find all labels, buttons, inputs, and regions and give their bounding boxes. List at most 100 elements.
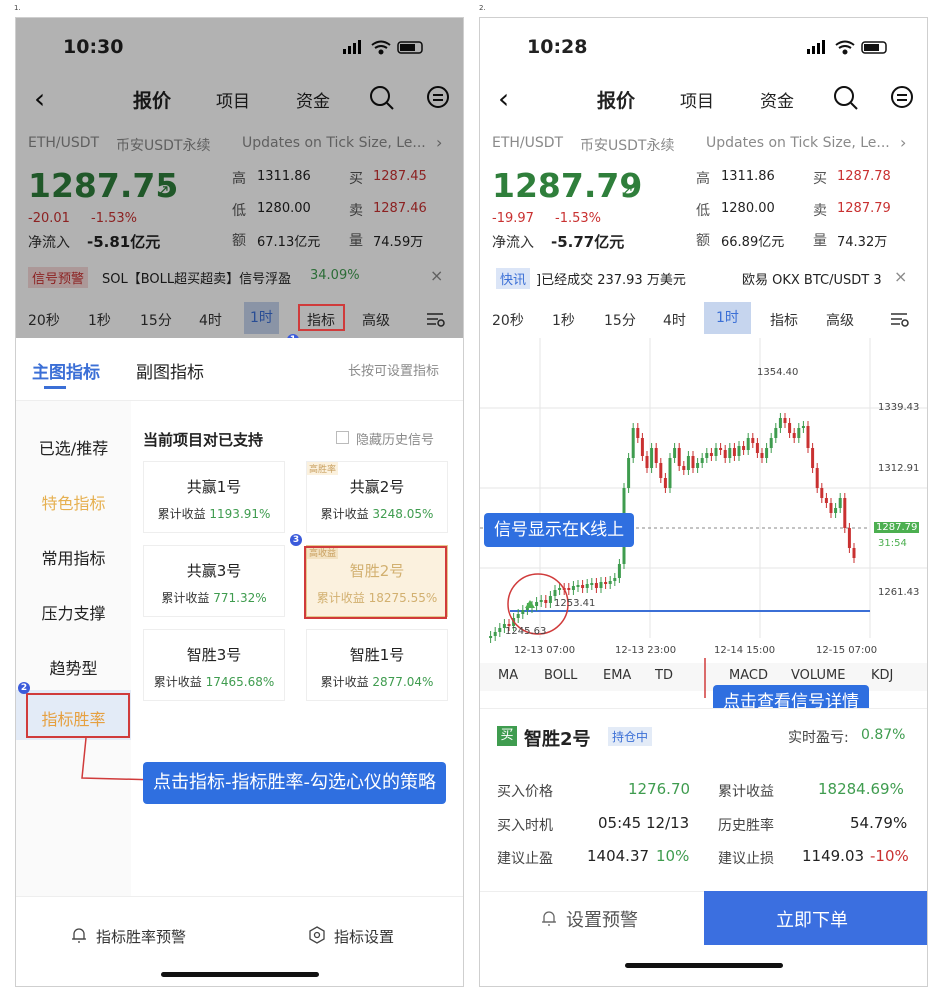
x-tick-3: 12-14 15:00 — [714, 645, 776, 656]
cumulative-return-value: 18284.69% — [818, 780, 904, 798]
search-icon[interactable] — [369, 85, 395, 111]
wifi-icon — [835, 40, 855, 55]
high-winrate-tag: 高胜率 — [307, 462, 339, 475]
highlight-zhisheng-2 — [304, 546, 447, 619]
candle-body — [696, 463, 700, 468]
back-button[interactable]: ‹ — [498, 82, 509, 115]
candle-body — [778, 418, 782, 428]
candle-body — [709, 453, 713, 456]
kline-chart[interactable] — [480, 338, 927, 678]
ind-td[interactable]: TD — [655, 668, 673, 683]
section-title: 当前项目对已支持 — [143, 431, 264, 449]
menu-common[interactable]: 常用指标 — [16, 545, 131, 569]
low-label: 低 — [696, 203, 710, 219]
search-icon[interactable] — [833, 85, 859, 111]
signal-icon — [343, 40, 361, 54]
candle-body — [668, 458, 672, 488]
ind-ema[interactable]: EMA — [603, 668, 631, 683]
news-flash-text[interactable]: ]已经成交 237.93 万美元 — [536, 269, 686, 288]
tf-advanced[interactable]: 高级 — [362, 310, 390, 330]
signal-detail-card[interactable]: 买 智胜2号 持仓中 实时盈亏: 0.87% 买入价格 1276.70 累计收益… — [480, 708, 927, 986]
news-flash-tag: 快讯 — [496, 268, 531, 289]
win-rate-alert-button[interactable]: 指标胜率预警 — [96, 926, 186, 947]
long-press-hint: 长按可设置指标 — [348, 364, 440, 379]
tf-15m[interactable]: 15分 — [604, 310, 636, 330]
menu-selected-recommended[interactable]: 已选/推荐 — [16, 435, 131, 459]
ind-ma[interactable]: MA — [498, 668, 518, 683]
strategy-card-zhisheng-3[interactable]: 智胜3号 累计收益 17465.68% — [143, 629, 285, 701]
menu-trend[interactable]: 趋势型 — [16, 655, 131, 679]
tf-1h[interactable]: 1时 — [244, 302, 279, 334]
tf-20s[interactable]: 20秒 — [28, 310, 60, 330]
tf-4h[interactable]: 4时 — [199, 310, 222, 330]
close-icon[interactable]: × — [430, 266, 443, 285]
tab-sub-indicator[interactable]: 副图指标 — [136, 358, 204, 383]
chart-settings-icon[interactable] — [890, 311, 910, 327]
strategy-card-gongying-3[interactable]: 共赢3号 累计收益 771.32% — [143, 545, 285, 617]
chat-menu-icon[interactable] — [890, 85, 916, 111]
nav-tab-project[interactable]: 项目 — [680, 87, 714, 112]
back-button[interactable]: ‹ — [34, 82, 45, 115]
x-tick-4: 12-15 07:00 — [816, 645, 878, 656]
category-menu — [16, 401, 131, 896]
news-ticker[interactable]: Updates on Tick Size, Le... — [242, 135, 426, 151]
tf-4h[interactable]: 4时 — [663, 310, 686, 330]
menu-featured[interactable]: 特色指标 — [16, 490, 131, 514]
hide-history-label[interactable]: 隐藏历史信号 — [356, 429, 434, 448]
strategy-card-gongying-2[interactable]: 高胜率 共赢2号 累计收益 3248.05% — [306, 461, 448, 533]
battery-icon — [397, 41, 423, 54]
chat-menu-icon[interactable] — [426, 85, 452, 111]
nav-tab-quote[interactable]: 报价 — [133, 86, 171, 113]
candle-body — [797, 428, 801, 438]
chevron-right-icon[interactable]: › — [436, 133, 442, 152]
amount-value: 67.13亿元 — [257, 235, 321, 250]
news-ticker[interactable]: Updates on Tick Size, Le... — [706, 135, 890, 151]
last-price: 1287.75 — [28, 166, 179, 205]
tf-15m[interactable]: 15分 — [140, 310, 172, 330]
close-icon[interactable]: × — [894, 267, 907, 286]
high-value: 1311.86 — [721, 169, 775, 184]
candle-body — [852, 548, 856, 558]
candle-body — [544, 600, 548, 603]
indicator-settings-button[interactable]: 指标设置 — [334, 926, 394, 947]
news-flash-text-2[interactable]: 欧易 OKX BTC/USDT 3 — [742, 269, 882, 288]
candle-body — [682, 466, 686, 470]
ind-macd[interactable]: MACD — [729, 668, 768, 683]
nav-tab-fund[interactable]: 资金 — [296, 87, 330, 112]
nav-tab-quote[interactable]: 报价 — [597, 86, 635, 113]
chevron-right-icon[interactable]: › — [900, 133, 906, 152]
chart-settings-icon[interactable] — [426, 311, 446, 327]
tf-indicator[interactable]: 指标 — [770, 310, 798, 330]
holding-badge: 持仓中 — [608, 727, 653, 746]
return-label: 累计收益 — [320, 507, 369, 521]
candle-body — [801, 426, 805, 428]
chart-callout: 信号显示在K线上 — [484, 513, 635, 547]
candle-body — [654, 448, 658, 463]
tf-1h[interactable]: 1时 — [704, 302, 751, 334]
nav-tab-project[interactable]: 项目 — [216, 87, 250, 112]
order-now-label[interactable]: 立即下单 — [776, 906, 848, 932]
ind-volume[interactable]: VOLUME — [791, 668, 845, 683]
ind-kdj[interactable]: KDJ — [871, 668, 893, 683]
set-alert-label[interactable]: 设置预警 — [566, 906, 638, 932]
signal-alert-text[interactable]: SOL【BOLL超买超卖】信号浮盈 — [102, 268, 291, 287]
tf-20s[interactable]: 20秒 — [492, 310, 524, 330]
take-profit-pct: 10% — [656, 847, 690, 865]
menu-support-resistance[interactable]: 压力支撑 — [16, 600, 131, 624]
tf-1s[interactable]: 1秒 — [88, 310, 111, 330]
pnl-value: 0.87% — [861, 727, 906, 743]
tab-main-indicator[interactable]: 主图指标 — [32, 358, 100, 383]
strategy-card-gongying-1[interactable]: 共赢1号 累计收益 1193.91% — [143, 461, 285, 533]
nav-tab-fund[interactable]: 资金 — [760, 87, 794, 112]
trend-up-icon: ↗ — [157, 181, 170, 199]
tf-advanced[interactable]: 高级 — [826, 310, 854, 330]
tf-1s[interactable]: 1秒 — [552, 310, 575, 330]
strategy-card-zhisheng-1[interactable]: 智胜1号 累计收益 2877.04% — [306, 629, 448, 701]
buy-label: 买 — [813, 171, 827, 187]
instruction-callout: 点击指标-指标胜率-勾选心仪的策略 — [143, 762, 446, 804]
hide-history-checkbox[interactable] — [336, 431, 349, 444]
battery-icon — [861, 41, 887, 54]
ind-boll[interactable]: BOLL — [544, 668, 577, 683]
price-change: -20.01 — [28, 211, 70, 226]
candle-body — [686, 456, 690, 470]
